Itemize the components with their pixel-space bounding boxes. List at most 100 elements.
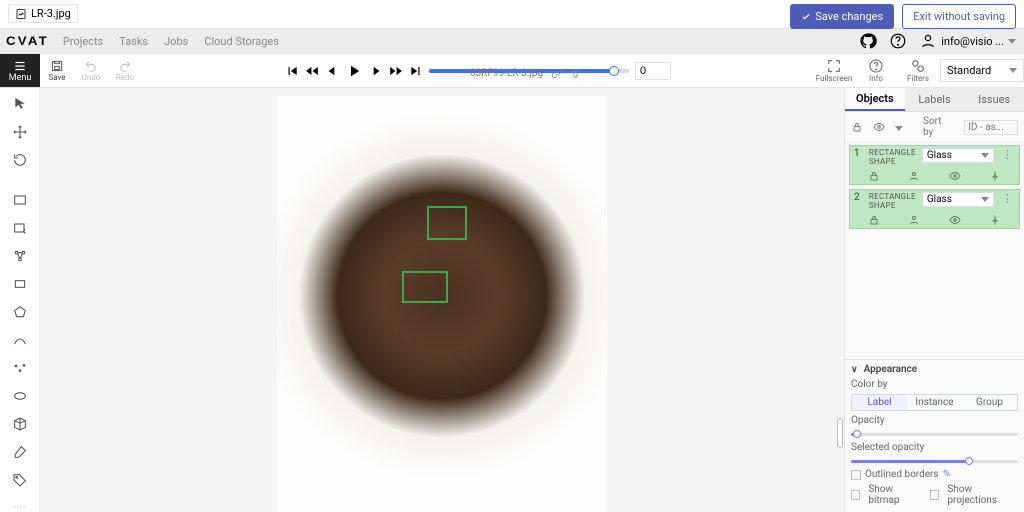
pencil-icon[interactable]: ✎	[943, 469, 951, 480]
object-kind: RECTANGLE SHAPE	[869, 192, 916, 210]
object-pin-icon[interactable]	[989, 170, 1001, 182]
cursor-tool[interactable]	[8, 96, 32, 112]
polygon-tool[interactable]	[8, 304, 32, 320]
brush-tool[interactable]	[8, 444, 32, 460]
copy-link-icon[interactable]	[551, 68, 562, 79]
seg-instance[interactable]: Instance	[907, 395, 962, 410]
rectangle-tool[interactable]	[8, 192, 32, 208]
player-backward-icon[interactable]	[325, 64, 339, 78]
chevron-down-icon	[1008, 39, 1016, 44]
player-backward-many-icon[interactable]	[305, 64, 319, 78]
save-button[interactable]: Save	[40, 54, 74, 87]
object-more-icon[interactable]: ⋮	[1000, 148, 1015, 161]
object-pin-icon[interactable]	[989, 214, 1001, 226]
selected-opacity-slider[interactable]	[851, 457, 1018, 465]
chevron-down-icon	[981, 197, 989, 202]
tab-labels[interactable]: Labels	[905, 88, 965, 111]
sort-select[interactable]: ID - as...	[964, 120, 1018, 135]
nav-cloud-storages[interactable]: Cloud Storages	[204, 35, 279, 48]
help-icon[interactable]	[889, 32, 907, 50]
object-visibility-icon[interactable]	[949, 214, 961, 226]
show-projections-label: Show projections	[947, 484, 1018, 506]
workspace-mode-select[interactable]: Standard	[940, 59, 1024, 82]
object-lock-icon[interactable]	[868, 170, 880, 182]
nav-jobs[interactable]: Jobs	[164, 35, 188, 48]
show-bitmap-checkbox[interactable]	[851, 490, 860, 500]
tab-objects[interactable]: Objects	[845, 88, 905, 111]
redo-button[interactable]: Redo	[108, 54, 142, 87]
seg-label[interactable]: Label	[852, 395, 907, 410]
menu-button[interactable]: Menu	[0, 54, 40, 87]
side-scrollbar-thumb[interactable]	[837, 418, 843, 448]
bbox-2[interactable]	[402, 271, 448, 303]
tag-tool[interactable]	[8, 472, 32, 488]
selected-opacity-label: Selected opacity	[851, 442, 1018, 453]
fullscreen-button[interactable]: Fullscreen	[814, 58, 854, 83]
bbox-1[interactable]	[427, 206, 467, 240]
tab-issues[interactable]: Issues	[964, 88, 1024, 111]
show-bitmap-label: Show bitmap	[868, 484, 922, 506]
save-changes-label: Save changes	[815, 10, 883, 23]
chevron-down-icon	[981, 153, 989, 158]
move-tool[interactable]	[8, 124, 32, 140]
object-item-2[interactable]: 2 RECTANGLE SHAPE Glass ⋮	[849, 189, 1020, 229]
object-visibility-icon[interactable]	[949, 170, 961, 182]
color-by-segment[interactable]: Label Instance Group	[851, 394, 1018, 411]
show-projections-checkbox[interactable]	[930, 490, 939, 500]
github-icon[interactable]	[859, 32, 877, 50]
track-rectangle-tool[interactable]	[8, 220, 32, 236]
filters-button[interactable]: Filters	[898, 58, 938, 83]
appearance-header[interactable]: ∨ Appearance	[851, 364, 1018, 375]
annotation-canvas[interactable]	[40, 88, 844, 512]
exit-label: Exit without saving	[913, 10, 1005, 23]
seg-group[interactable]: Group	[962, 395, 1017, 410]
user-label: info@visio ...	[941, 35, 1004, 48]
object-occluded-icon[interactable]	[908, 214, 920, 226]
frame-number-input[interactable]	[635, 62, 671, 80]
player-play-icon[interactable]	[345, 62, 363, 80]
object-lock-icon[interactable]	[868, 214, 880, 226]
exit-without-saving-button[interactable]: Exit without saving	[902, 4, 1016, 29]
expand-all-icon[interactable]	[895, 121, 903, 134]
object-id: 2	[854, 192, 863, 203]
image-frame	[277, 96, 607, 512]
skeleton-tool[interactable]	[8, 248, 32, 264]
cuboid-tool[interactable]	[8, 416, 32, 432]
object-id: 1	[854, 148, 863, 159]
hide-all-icon[interactable]	[873, 121, 885, 133]
opacity-slider[interactable]	[851, 430, 1018, 438]
nav-projects[interactable]: Projects	[63, 35, 103, 48]
color-by-label: Color by	[851, 379, 1018, 390]
delete-frame-icon[interactable]	[570, 68, 581, 79]
player-last-icon[interactable]	[409, 64, 423, 78]
player-forward-icon[interactable]	[369, 64, 383, 78]
player-first-icon[interactable]	[285, 64, 299, 78]
file-chip: LR-3.jpg	[8, 4, 78, 23]
player-forward-many-icon[interactable]	[389, 64, 403, 78]
object-kind: RECTANGLE SHAPE	[869, 148, 916, 166]
polyline-tool[interactable]	[8, 332, 32, 348]
points-tool[interactable]	[8, 360, 32, 376]
opacity-label: Opacity	[851, 415, 1018, 426]
outlined-borders-checkbox[interactable]	[851, 470, 861, 480]
nav-tasks[interactable]: Tasks	[119, 35, 148, 48]
object-item-1[interactable]: 1 RECTANGLE SHAPE Glass ⋮	[849, 145, 1020, 185]
rotate-tool[interactable]	[8, 152, 32, 168]
object-label-select[interactable]: Glass	[922, 148, 994, 163]
object-more-icon[interactable]: ⋮	[1000, 192, 1015, 205]
more-tools[interactable]: ····	[8, 500, 32, 512]
lock-all-icon[interactable]	[851, 121, 863, 133]
chevron-down-icon	[1009, 68, 1017, 73]
info-button[interactable]: Info	[856, 58, 896, 83]
object-label-select[interactable]: Glass	[922, 192, 994, 207]
save-changes-button[interactable]: Save changes	[790, 4, 894, 29]
frame-filename: 83RF99-LR-3.jpg	[470, 68, 543, 79]
object-occluded-icon[interactable]	[908, 170, 920, 182]
undo-button[interactable]: Undo	[74, 54, 108, 87]
user-menu[interactable]: info@visio ...	[919, 32, 1016, 50]
ellipse-tool[interactable]	[8, 388, 32, 404]
image-file-icon	[15, 8, 27, 20]
outlined-label: Outlined borders	[865, 469, 939, 480]
file-name: LR-3.jpg	[31, 7, 71, 20]
parallelogram-tool[interactable]	[8, 276, 32, 292]
